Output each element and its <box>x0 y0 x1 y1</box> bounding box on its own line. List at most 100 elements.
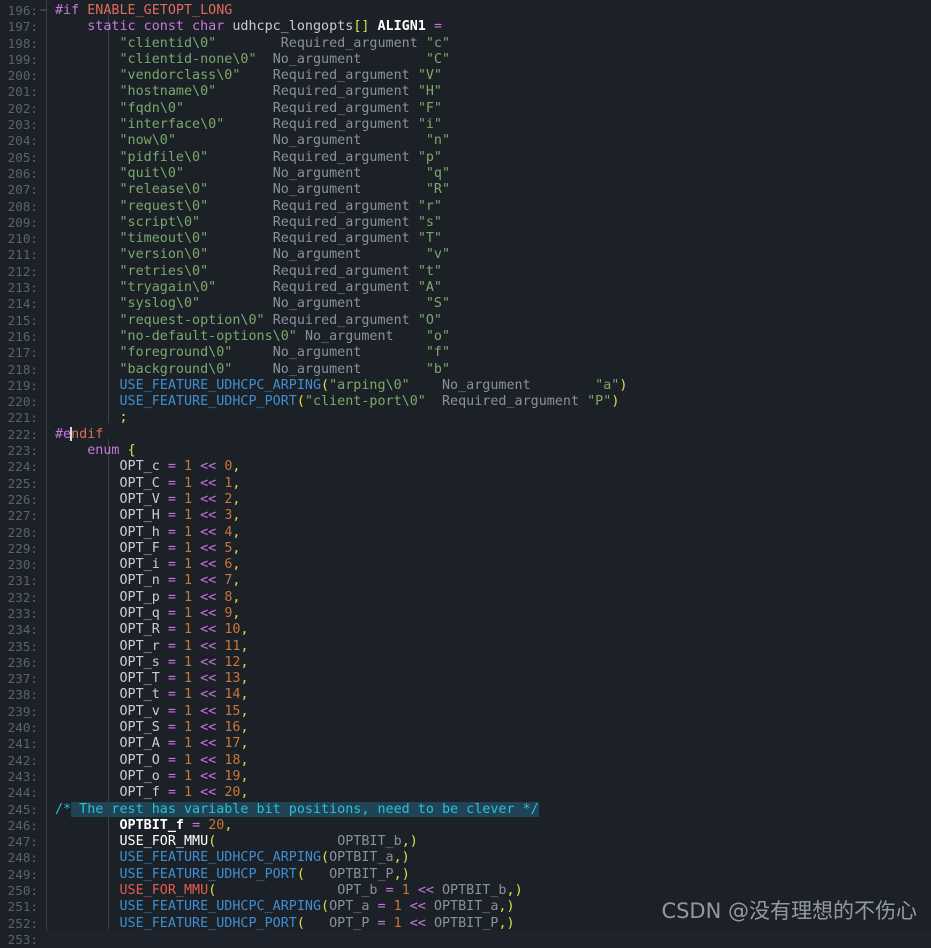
line-number: 198: <box>7 35 38 51</box>
code-line-208[interactable]: "request\0" Required_argument "r" <box>46 199 931 215</box>
line-number: 240: <box>7 720 38 736</box>
line-number: 221: <box>7 410 38 426</box>
code-line-245[interactable]: /* The rest has variable bit positions, … <box>46 801 931 818</box>
line-number: 233: <box>7 605 38 621</box>
code-line-228[interactable]: OPT_h = 1 << 4, <box>46 525 931 541</box>
code-line-217[interactable]: "foreground\0" No_argument "f" <box>46 345 931 361</box>
code-editor[interactable]: 196: 197: 198: 199: 200: 201: 202: 203: … <box>0 0 931 948</box>
code-line-196[interactable]: #if ENABLE_GETOPT_LONG <box>46 3 931 19</box>
line-number: 217: <box>7 345 38 361</box>
code-line-235[interactable]: OPT_r = 1 << 11, <box>46 639 931 655</box>
line-number: 210: <box>7 231 38 247</box>
code-line-248[interactable]: USE_FEATURE_UDHCPC_ARPING(OPTBIT_a,) <box>46 850 931 866</box>
csdn-watermark: CSDN @没有理想的不伤心 <box>661 899 917 923</box>
line-number: 227: <box>7 508 38 524</box>
code-line-246[interactable]: OPTBIT_f = 20, <box>46 818 931 834</box>
line-number: 207: <box>7 182 38 198</box>
code-line-203[interactable]: "interface\0" Required_argument "i" <box>46 117 931 133</box>
code-line-247[interactable]: USE_FOR_MMU( OPTBIT_b,) <box>46 834 931 850</box>
code-line-216[interactable]: "no-default-options\0" No_argument "o" <box>46 329 931 345</box>
code-line-210[interactable]: "timeout\0" Required_argument "T" <box>46 231 931 247</box>
line-number: 206: <box>7 165 38 181</box>
code-line-243[interactable]: OPT_o = 1 << 19, <box>46 769 931 785</box>
code-line-214[interactable]: "syslog\0" No_argument "S" <box>46 296 931 312</box>
code-line-204[interactable]: "now\0" No_argument "n" <box>46 133 931 149</box>
line-number: 250: <box>7 883 38 899</box>
code-line-224[interactable]: OPT_c = 1 << 0, <box>46 459 931 475</box>
code-line-212[interactable]: "retries\0" Required_argument "t" <box>46 264 931 280</box>
line-number: 248: <box>7 850 38 866</box>
code-line-229[interactable]: OPT_F = 1 << 5, <box>46 541 931 557</box>
line-number: 245: <box>7 801 38 817</box>
line-number: 246: <box>7 817 38 833</box>
line-number: 247: <box>7 834 38 850</box>
code-line-207[interactable]: "release\0" No_argument "R" <box>46 182 931 198</box>
fold-marker-196[interactable]: ─ <box>40 3 47 19</box>
line-number: 242: <box>7 752 38 768</box>
code-line-242[interactable]: OPT_O = 1 << 18, <box>46 753 931 769</box>
line-number: 211: <box>7 247 38 263</box>
code-line-239[interactable]: OPT_v = 1 << 15, <box>46 704 931 720</box>
line-number: 225: <box>7 475 38 491</box>
code-line-206[interactable]: "quit\0" No_argument "q" <box>46 166 931 182</box>
code-line-249[interactable]: USE_FEATURE_UDHCP_PORT( OPTBIT_P,) <box>46 867 931 883</box>
line-number: 200: <box>7 68 38 84</box>
line-number: 218: <box>7 361 38 377</box>
code-line-197[interactable]: static const char udhcpc_longopts[] ALIG… <box>46 19 931 35</box>
code-line-237[interactable]: OPT_T = 1 << 13, <box>46 671 931 687</box>
line-number: 205: <box>7 149 38 165</box>
line-number: 251: <box>7 899 38 915</box>
line-number: 252: <box>7 915 38 931</box>
line-number: 199: <box>7 51 38 67</box>
code-line-225[interactable]: OPT_C = 1 << 1, <box>46 476 931 492</box>
code-line-241[interactable]: OPT_A = 1 << 17, <box>46 736 931 752</box>
line-number: 237: <box>7 671 38 687</box>
line-number: 229: <box>7 540 38 556</box>
code-line-230[interactable]: OPT_i = 1 << 6, <box>46 557 931 573</box>
code-line-238[interactable]: OPT_t = 1 << 14, <box>46 687 931 703</box>
code-line-233[interactable]: OPT_q = 1 << 9, <box>46 606 931 622</box>
code-content-area[interactable]: #if ENABLE_GETOPT_LONG static const char… <box>46 0 931 931</box>
code-line-205[interactable]: "pidfile\0" Required_argument "p" <box>46 150 931 166</box>
code-line-236[interactable]: OPT_s = 1 << 12, <box>46 655 931 671</box>
code-line-227[interactable]: OPT_H = 1 << 3, <box>46 508 931 524</box>
line-number: 197: <box>7 19 38 35</box>
code-line-234[interactable]: OPT_R = 1 << 10, <box>46 622 931 638</box>
code-line-209[interactable]: "script\0" Required_argument "s" <box>46 215 931 231</box>
code-line-215[interactable]: "request-option\0" Required_argument "O" <box>46 313 931 329</box>
line-number: 215: <box>7 312 38 328</box>
line-number: 236: <box>7 654 38 670</box>
line-number: 228: <box>7 524 38 540</box>
code-line-211[interactable]: "version\0" No_argument "v" <box>46 247 931 263</box>
code-line-200[interactable]: "vendorclass\0" Required_argument "V" <box>46 68 931 84</box>
code-line-223[interactable]: enum { <box>46 443 931 459</box>
code-line-199[interactable]: "clientid-none\0" No_argument "C" <box>46 52 931 68</box>
code-line-213[interactable]: "tryagain\0" Required_argument "A" <box>46 280 931 296</box>
code-line-232[interactable]: OPT_p = 1 << 8, <box>46 590 931 606</box>
line-number: 234: <box>7 622 38 638</box>
code-line-198[interactable]: "clientid\0" Required_argument "c" <box>46 36 931 52</box>
line-number: 231: <box>7 573 38 589</box>
line-number: 196: <box>7 3 38 18</box>
code-line-240[interactable]: OPT_S = 1 << 16, <box>46 720 931 736</box>
line-number: 239: <box>7 703 38 719</box>
line-number: 230: <box>7 557 38 573</box>
line-number: 208: <box>7 198 38 214</box>
code-line-244[interactable]: OPT_f = 1 << 20, <box>46 785 931 801</box>
line-number: 243: <box>7 768 38 784</box>
fold-marker-column[interactable]: ─ <box>40 0 47 19</box>
code-line-222[interactable]: #endif <box>46 426 931 443</box>
code-line-202[interactable]: "fqdn\0" Required_argument "F" <box>46 101 931 117</box>
line-number: 213: <box>7 280 38 296</box>
code-line-220[interactable]: USE_FEATURE_UDHCP_PORT("client-port\0" R… <box>46 394 931 410</box>
line-number: 232: <box>7 589 38 605</box>
line-number: 204: <box>7 133 38 149</box>
code-line-218[interactable]: "background\0" No_argument "b" <box>46 362 931 378</box>
line-number: 253: <box>7 931 38 947</box>
code-line-221[interactable]: ; <box>46 410 931 426</box>
code-line-219[interactable]: USE_FEATURE_UDHCPC_ARPING("arping\0" No_… <box>46 378 931 394</box>
line-number: 202: <box>7 100 38 116</box>
code-line-201[interactable]: "hostname\0" Required_argument "H" <box>46 84 931 100</box>
code-line-226[interactable]: OPT_V = 1 << 2, <box>46 492 931 508</box>
code-line-231[interactable]: OPT_n = 1 << 7, <box>46 573 931 589</box>
